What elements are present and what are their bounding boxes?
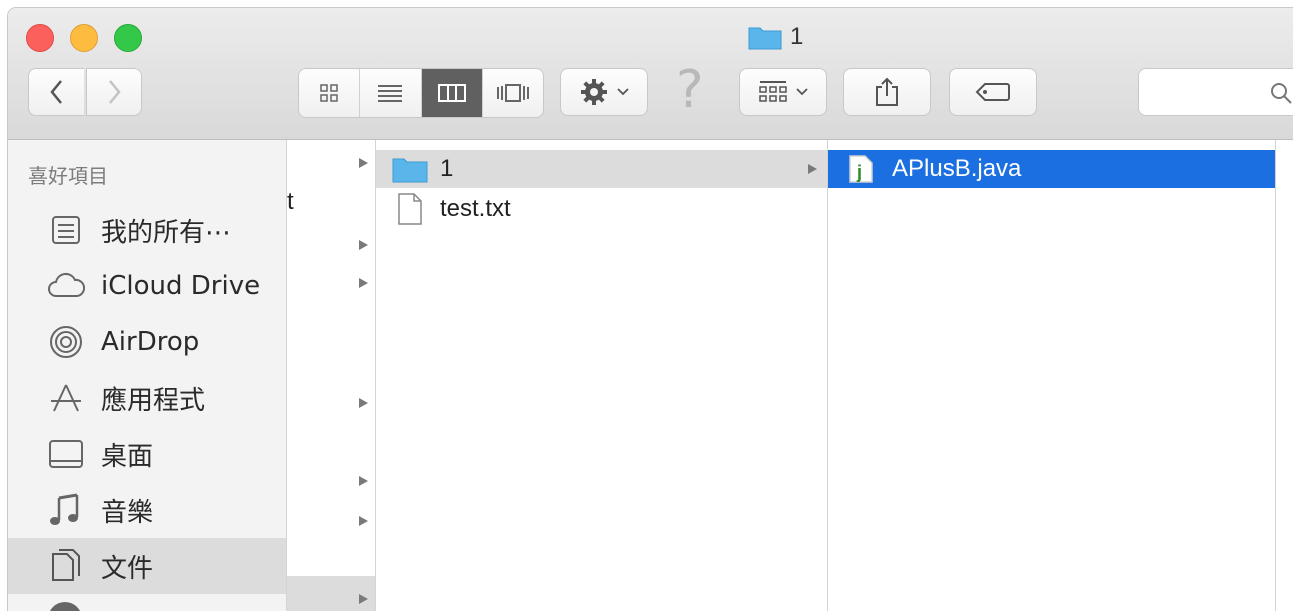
close-window-button[interactable]	[26, 24, 54, 52]
forward-button[interactable]	[86, 68, 142, 116]
column-folder-1: j APlusB.java	[828, 140, 1276, 611]
action-menu-button[interactable]	[560, 68, 648, 116]
sidebar-item-applications[interactable]: 應用程式	[8, 370, 286, 426]
chevron-left-icon	[49, 80, 62, 104]
java-file-icon: j	[849, 155, 873, 183]
arrange-grid-icon	[759, 81, 787, 102]
arrange-button[interactable]	[739, 68, 827, 116]
partial-item-label: t	[287, 188, 294, 215]
svg-text:j: j	[856, 162, 862, 182]
sidebar-item-all-my-files[interactable]: 我的所有⋯	[8, 202, 286, 258]
share-button[interactable]	[843, 68, 931, 116]
cut-off-sidebar-icon	[48, 602, 82, 611]
sidebar-item-music[interactable]: 音樂	[8, 482, 286, 538]
disclosure-arrow-icon	[359, 594, 368, 604]
disclosure-arrow-icon	[359, 398, 368, 408]
disclosure-arrow-icon	[359, 278, 368, 288]
sidebar-item-label: 應用程式	[101, 385, 206, 416]
zoom-window-button[interactable]	[114, 24, 142, 52]
sidebar-item-airdrop[interactable]: AirDrop	[8, 314, 286, 370]
folder-icon	[748, 27, 782, 50]
back-button[interactable]	[28, 68, 84, 116]
search-icon	[1271, 83, 1292, 104]
toolbar: 1 ?	[8, 8, 1293, 140]
coverflow-view-button[interactable]	[483, 69, 543, 117]
tag-icon	[975, 83, 1010, 101]
disclosure-arrow-icon	[359, 158, 368, 168]
sidebar-heading-favorites: 喜好項目	[28, 166, 108, 188]
list-item-label: test.txt	[440, 195, 511, 222]
help-icon[interactable]: ?	[676, 60, 704, 120]
sidebar-item-label: 文件	[101, 553, 154, 584]
chevron-down-icon	[796, 88, 808, 96]
desktop-icon	[46, 436, 86, 472]
sidebar-item-label: 我的所有⋯	[101, 217, 232, 248]
sidebar-item-documents[interactable]: 文件	[8, 538, 286, 594]
chevron-down-icon	[617, 88, 629, 96]
airdrop-icon	[46, 324, 86, 360]
sidebar-item-icloud-drive[interactable]: iCloud Drive	[8, 258, 286, 314]
column-view-icon	[437, 84, 466, 102]
list-item-test-txt[interactable]: test.txt	[376, 190, 827, 228]
column-empty	[1276, 140, 1293, 611]
text-file-icon	[398, 193, 422, 225]
disclosure-arrow-icon	[359, 476, 368, 486]
applications-icon	[46, 380, 86, 416]
coverflow-view-icon	[496, 84, 529, 102]
list-item-folder-1[interactable]: 1	[376, 150, 827, 188]
minimize-window-button[interactable]	[70, 24, 98, 52]
all-files-icon	[46, 212, 86, 248]
list-item-label: 1	[440, 155, 454, 182]
list-view-icon	[378, 85, 403, 102]
list-item-aplusb-java[interactable]: j APlusB.java	[828, 150, 1275, 188]
column-parent: t	[287, 140, 376, 611]
view-mode-control	[298, 68, 544, 118]
documents-icon	[46, 548, 86, 584]
search-field[interactable]	[1138, 68, 1293, 116]
finder-window: 1 ? 喜好項目 我的所有⋯ iCloud Drive AirDrop 應用程式…	[8, 8, 1293, 611]
chevron-right-icon	[109, 80, 121, 104]
music-icon	[46, 492, 86, 528]
sidebar-item-label: 音樂	[101, 497, 154, 528]
window-title: 1	[748, 22, 803, 52]
sidebar: 喜好項目 我的所有⋯ iCloud Drive AirDrop 應用程式 桌面 …	[8, 140, 287, 611]
list-item-label: APlusB.java	[892, 155, 1022, 182]
column-documents: 1 test.txt	[376, 140, 828, 611]
share-icon	[876, 77, 898, 106]
sidebar-item-label: AirDrop	[101, 327, 200, 357]
folder-icon	[392, 158, 428, 183]
column-view-button[interactable]	[421, 69, 483, 117]
window-title-text: 1	[790, 23, 804, 50]
tags-button[interactable]	[949, 68, 1037, 116]
icon-view-icon	[320, 84, 338, 102]
cloud-icon	[46, 268, 86, 304]
sidebar-item-label: iCloud Drive	[101, 271, 261, 301]
gear-icon	[581, 79, 607, 105]
sidebar-item-label: 桌面	[101, 441, 154, 472]
disclosure-arrow-icon	[359, 516, 368, 526]
sidebar-item-desktop[interactable]: 桌面	[8, 426, 286, 482]
list-view-button[interactable]	[360, 69, 422, 117]
disclosure-arrow-icon	[359, 240, 368, 250]
icon-view-button[interactable]	[299, 69, 361, 117]
disclosure-arrow-icon	[808, 164, 817, 174]
